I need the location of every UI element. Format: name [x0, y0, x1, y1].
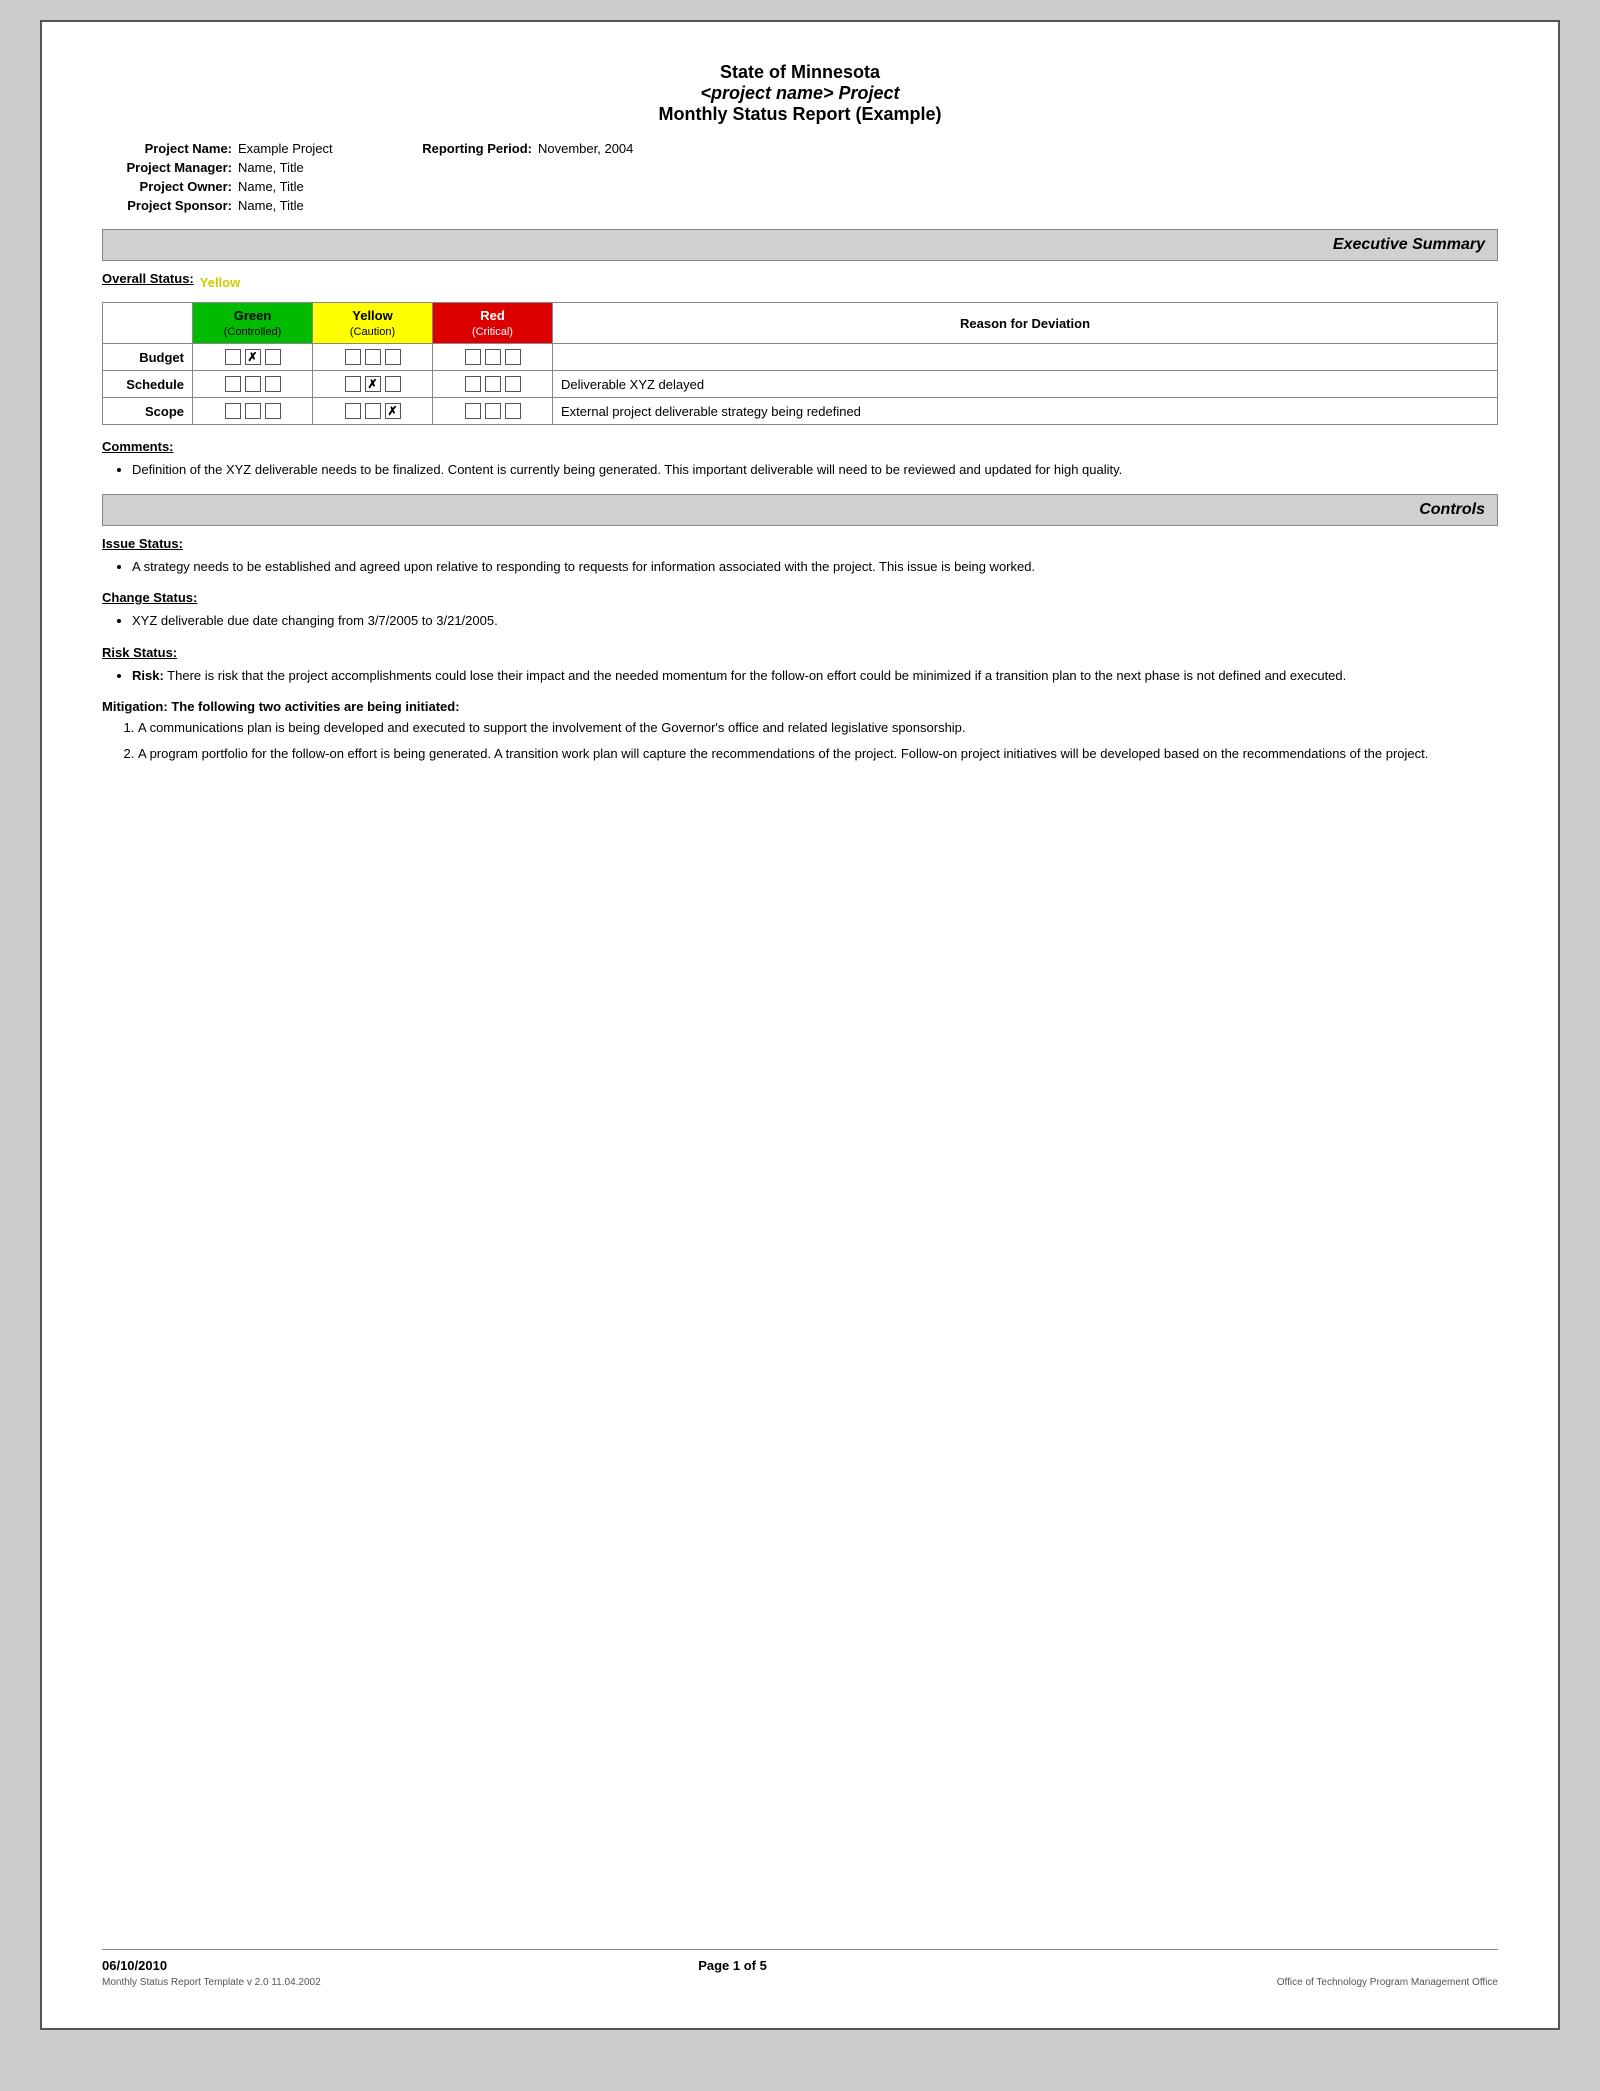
document-title: State of Minnesota <project name> Projec…	[102, 62, 1498, 125]
issue-item: A strategy needs to be established and a…	[132, 557, 1498, 577]
project-manager-value: Name, Title	[238, 160, 304, 175]
risk-list: Risk: There is risk that the project acc…	[102, 666, 1498, 686]
overall-status-value: Yellow	[200, 275, 240, 290]
change-list: XYZ deliverable due date changing from 3…	[102, 611, 1498, 631]
red-cell	[433, 371, 553, 398]
footer-sub: Monthly Status Report Template v 2.0 11.…	[102, 1977, 1498, 1988]
executive-summary-header: Executive Summary	[102, 229, 1498, 261]
meta-project-sponsor: Project Sponsor: Name, Title	[102, 198, 402, 213]
yellow-cell	[313, 344, 433, 371]
row-label: Scope	[103, 398, 193, 425]
row-label: Schedule	[103, 371, 193, 398]
footer-main: 06/10/2010 Page 1 of 5	[102, 1958, 1498, 1973]
yellow-cell	[313, 398, 433, 425]
footer: 06/10/2010 Page 1 of 5 Monthly Status Re…	[102, 1949, 1498, 1988]
issue-list: A strategy needs to be established and a…	[102, 557, 1498, 577]
issue-status-label: Issue Status:	[102, 536, 1498, 551]
overall-status-row: Overall Status: Yellow	[102, 271, 1498, 294]
comments-list: Definition of the XYZ deliverable needs …	[102, 460, 1498, 480]
reporting-period-value: November, 2004	[538, 141, 633, 156]
th-yellow: Yellow (Caution)	[313, 303, 433, 344]
footer-date: 06/10/2010	[102, 1958, 167, 1973]
risk-bold-label: Risk:	[132, 668, 164, 683]
change-item: XYZ deliverable due date changing from 3…	[132, 611, 1498, 631]
title-line3: Monthly Status Report (Example)	[102, 104, 1498, 125]
change-status-label: Change Status:	[102, 590, 1498, 605]
project-owner-value: Name, Title	[238, 179, 304, 194]
title-line1: State of Minnesota	[102, 62, 1498, 83]
comment-item: Definition of the XYZ deliverable needs …	[132, 460, 1498, 480]
risk-status-label: Risk Status:	[102, 645, 1498, 660]
green-cell	[193, 371, 313, 398]
footer-office: Office of Technology Program Management …	[1277, 1977, 1498, 1988]
th-reason: Reason for Deviation	[553, 303, 1498, 344]
reason-cell	[553, 344, 1498, 371]
yellow-cell	[313, 371, 433, 398]
comments-label: Comments:	[102, 439, 1498, 454]
risk-text: There is risk that the project accomplis…	[164, 668, 1346, 683]
meta-project-manager: Project Manager: Name, Title	[102, 160, 402, 175]
reason-cell: External project deliverable strategy be…	[553, 398, 1498, 425]
status-table: Green (Controlled) Yellow (Caution) Red …	[102, 302, 1498, 425]
meta-left: Project Name: Example Project Project Ma…	[102, 141, 402, 213]
row-label: Budget	[103, 344, 193, 371]
meta-project-name: Project Name: Example Project	[102, 141, 402, 156]
footer-template: Monthly Status Report Template v 2.0 11.…	[102, 1977, 321, 1988]
project-name-value: Example Project	[238, 141, 333, 156]
page: State of Minnesota <project name> Projec…	[40, 20, 1560, 2030]
red-cell	[433, 344, 553, 371]
meta-grid: Project Name: Example Project Project Ma…	[102, 141, 1498, 213]
overall-status-label: Overall Status:	[102, 271, 194, 286]
reporting-period-label: Reporting Period:	[402, 141, 532, 156]
red-cell	[433, 398, 553, 425]
meta-right: Reporting Period: November, 2004	[402, 141, 1498, 213]
mitigation-item: A communications plan is being developed…	[138, 718, 1498, 738]
mitigation-list: A communications plan is being developed…	[102, 718, 1498, 763]
green-cell	[193, 344, 313, 371]
risk-item: Risk: There is risk that the project acc…	[132, 666, 1498, 686]
th-red: Red (Critical)	[433, 303, 553, 344]
footer-page: Page 1 of 5	[698, 1958, 767, 1973]
project-sponsor-label: Project Sponsor:	[102, 198, 232, 213]
mitigation-label: Mitigation: The following two activities…	[102, 699, 1498, 714]
reason-cell: Deliverable XYZ delayed	[553, 371, 1498, 398]
project-owner-label: Project Owner:	[102, 179, 232, 194]
title-line2: <project name> Project	[102, 83, 1498, 104]
mitigation-item: A program portfolio for the follow-on ef…	[138, 744, 1498, 764]
meta-project-owner: Project Owner: Name, Title	[102, 179, 402, 194]
project-manager-label: Project Manager:	[102, 160, 232, 175]
project-sponsor-value: Name, Title	[238, 198, 304, 213]
project-name-label: Project Name:	[102, 141, 232, 156]
controls-header: Controls	[102, 494, 1498, 526]
green-cell	[193, 398, 313, 425]
meta-reporting-period: Reporting Period: November, 2004	[402, 141, 1498, 156]
th-green: Green (Controlled)	[193, 303, 313, 344]
